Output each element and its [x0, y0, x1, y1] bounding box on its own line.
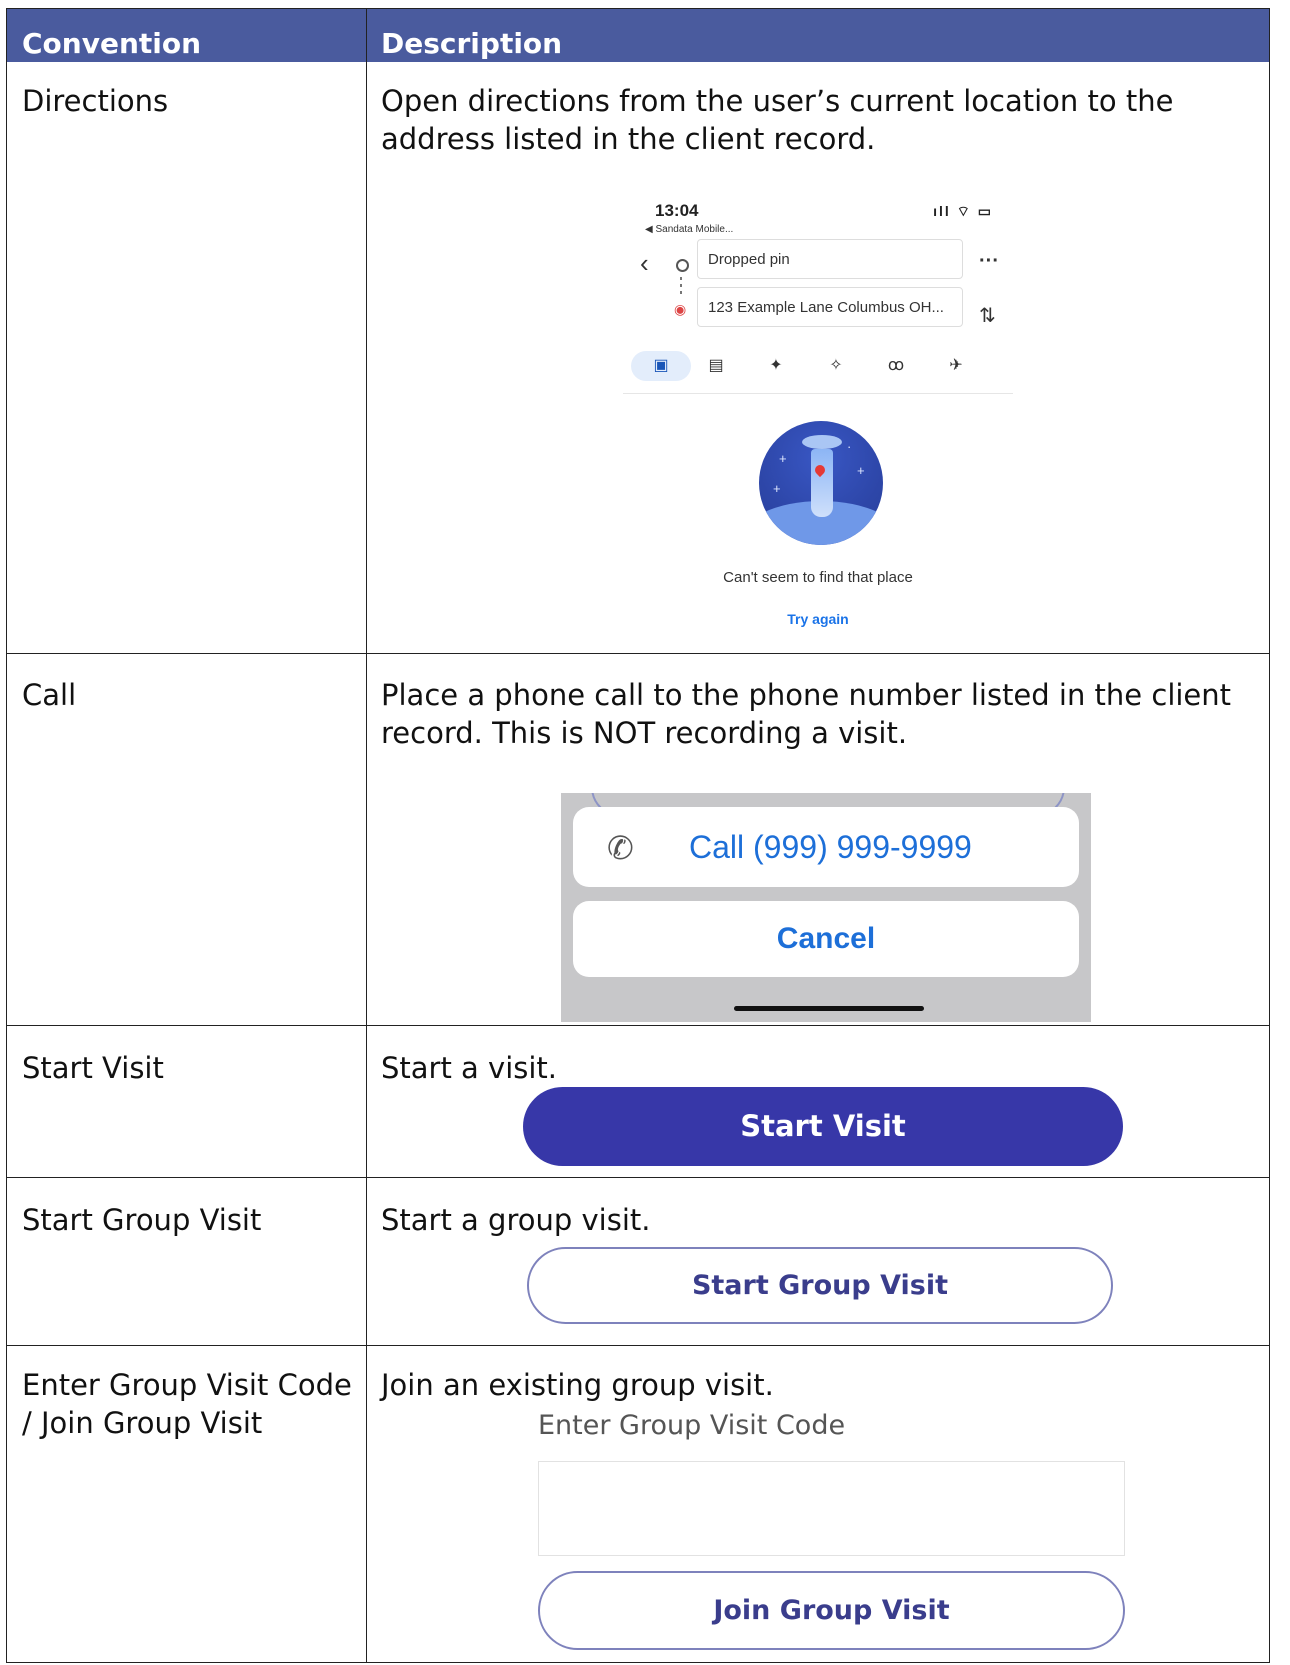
convention-directions: Directions: [22, 84, 169, 118]
walk-mode-icon[interactable]: ✦: [761, 355, 791, 375]
status-time: 13:04: [655, 201, 699, 220]
start-visit-button[interactable]: Start Visit: [523, 1087, 1123, 1166]
more-options-icon[interactable]: ···: [979, 250, 999, 273]
description-directions: Open directions from the user’s current …: [381, 84, 1174, 156]
group-visit-code-input[interactable]: [538, 1461, 1125, 1556]
try-again-link[interactable]: Try again: [623, 611, 1013, 627]
origin-dot-icon: [676, 259, 689, 272]
back-to-app-link[interactable]: ◀ Sandata Mobile...: [645, 224, 733, 235]
convention-call: Call: [22, 678, 77, 712]
home-indicator: [734, 1006, 924, 1011]
flight-mode-icon[interactable]: ✈: [941, 355, 971, 375]
bike-mode-icon[interactable]: ꝏ: [881, 355, 911, 375]
directions-screenshot: 13:04 ◀ Sandata Mobile... ıll ⌔ ▭ ‹ ◉ Dr…: [623, 193, 1013, 643]
row-divider: [7, 1345, 1269, 1346]
cancel-button[interactable]: Cancel: [573, 901, 1079, 977]
rideshare-mode-icon[interactable]: ✧: [821, 355, 851, 375]
swap-icon[interactable]: ⇅: [979, 303, 996, 328]
group-visit-code-label: Enter Group Visit Code: [538, 1410, 846, 1441]
divider: [623, 393, 1013, 394]
description-start-group-visit: Start a group visit.: [381, 1203, 651, 1237]
signal-wifi-battery-icon: ıll ⌔ ▭: [933, 203, 993, 219]
destination-field[interactable]: 123 Example Lane Columbus OH...: [697, 287, 963, 327]
header-convention: Convention: [22, 27, 202, 60]
car-mode-icon[interactable]: ▣: [631, 351, 691, 381]
call-button[interactable]: ✆ Call (999) 999-9999: [573, 807, 1079, 887]
row-divider: [7, 1177, 1269, 1178]
convention-start-visit: Start Visit: [22, 1051, 164, 1085]
description-join-group-visit: Join an existing group visit.: [381, 1368, 774, 1402]
phone-icon: ✆: [607, 830, 634, 866]
start-group-visit-button[interactable]: Start Group Visit: [527, 1247, 1113, 1324]
description-call: Place a phone call to the phone number l…: [381, 678, 1232, 750]
convention-join-group-visit: Enter Group Visit Code / Join Group Visi…: [22, 1368, 352, 1440]
description-start-visit: Start a visit.: [381, 1051, 558, 1085]
header-description: Description: [381, 27, 563, 60]
row-divider: [7, 1025, 1269, 1026]
row-divider: [7, 653, 1269, 654]
route-dots-icon: [680, 277, 682, 297]
origin-field[interactable]: Dropped pin: [697, 239, 963, 279]
transit-mode-icon[interactable]: ▤: [701, 355, 731, 375]
back-chevron-icon[interactable]: ‹: [640, 248, 649, 279]
column-divider: [366, 9, 367, 1662]
not-found-illustration-icon: + + + ·: [759, 421, 883, 545]
table-header: Convention Description: [7, 9, 1269, 62]
not-found-message: Can't seem to find that place: [723, 569, 913, 586]
call-label: Call (999) 999-9999: [689, 829, 972, 865]
destination-pin-icon: ◉: [674, 301, 687, 317]
join-group-visit-button[interactable]: Join Group Visit: [538, 1571, 1125, 1650]
convention-start-group-visit: Start Group Visit: [22, 1203, 262, 1237]
call-action-sheet: ✆ Call (999) 999-9999 Cancel: [561, 793, 1091, 1022]
